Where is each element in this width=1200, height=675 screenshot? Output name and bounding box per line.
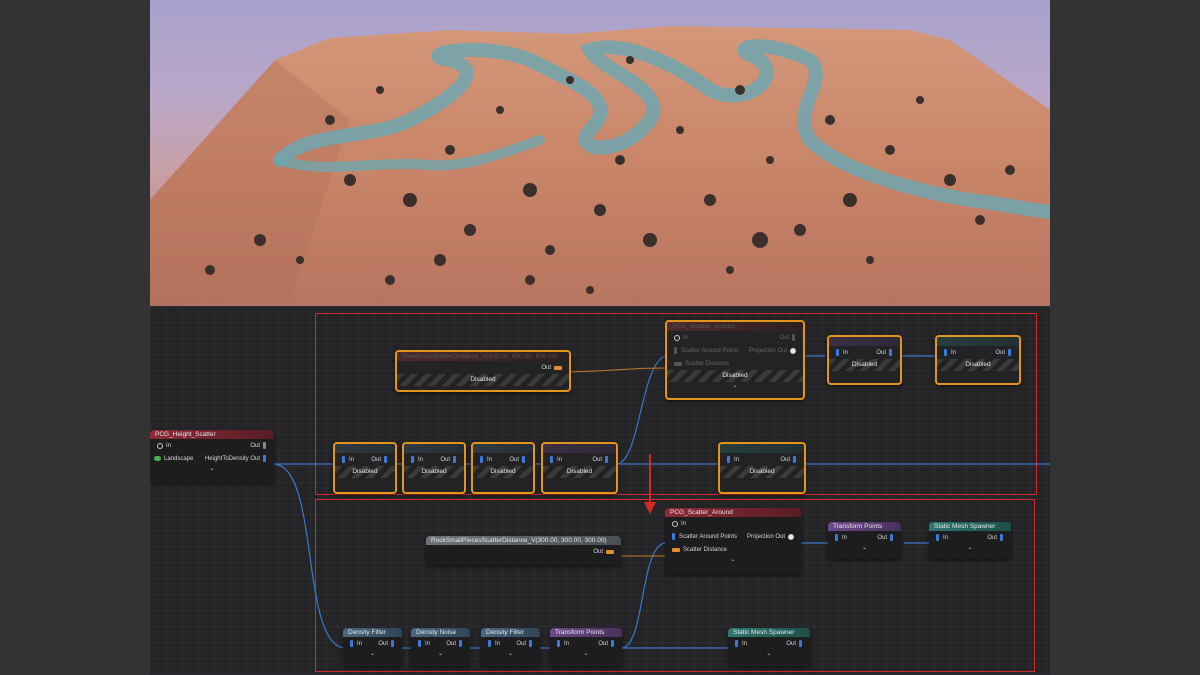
transform-points-node-disabled[interactable]: Transform Points In Out Disabled	[827, 335, 902, 385]
exec-pin[interactable]	[672, 520, 678, 527]
editor-stage: TreeGrassScatterDistance_V(600.00, 600.0…	[150, 0, 1050, 675]
expand-chevron-icon[interactable]: ⌄	[667, 382, 803, 391]
projection-out-pin[interactable]	[788, 533, 794, 540]
disabled-banner: Disabled	[543, 466, 616, 478]
transform-points-node-2[interactable]: Transform Points In Out ⌄	[550, 628, 622, 666]
scatter-around-node[interactable]: PCG_Scatter_Around In Scatter Around Poi…	[665, 508, 801, 574]
node-title: Transform Points	[828, 522, 901, 531]
expand-chevron-icon[interactable]: ⌄	[150, 465, 274, 474]
density-filter-node-1[interactable]: Density Filter In Out ⌄	[343, 628, 402, 666]
static-mesh-spawner-node[interactable]: Static Mesh Spawner In Out ⌄	[929, 522, 1011, 559]
node-title: Static Mesh Spawner	[728, 628, 810, 637]
disabled-banner: Disabled	[937, 359, 1019, 371]
height-scatter-node[interactable]: PCG_Height_Scatter In Out Landscape Height…	[150, 430, 274, 482]
rock-small-distance-node[interactable]: RockSmallPiecesScatterDistance_V(300.00,…	[426, 536, 621, 565]
expand-chevron-icon[interactable]: ⌄	[665, 556, 801, 565]
expand-chevron-icon[interactable]: ⌄	[550, 650, 622, 659]
node-title: PCG_Scatter_Around	[665, 508, 801, 517]
density-filter-node-disabled-1[interactable]: Density Filter In Out Disabled	[333, 442, 397, 494]
pcg-node-graph[interactable]: TreeGrassScatterDistance_V(600.00, 600.0…	[150, 306, 1050, 675]
disabled-banner: Disabled	[335, 466, 395, 478]
static-mesh-spawner-node-disabled-2[interactable]: Static Mesh Spawner In Out Disabled	[718, 442, 806, 494]
scatter-around-node-disabled[interactable]: PCG_Scatter_Around In Out Scatter Around …	[665, 320, 805, 400]
landscape-icon	[154, 456, 161, 461]
disabled-banner: Disabled	[397, 374, 569, 386]
node-title: PCG_Height_Scatter	[150, 430, 274, 439]
density-noise-node[interactable]: Density Noise In Out ⌄	[411, 628, 470, 666]
expand-chevron-icon[interactable]: ⌄	[343, 650, 402, 659]
static-mesh-spawner-node-disabled[interactable]: Static Mesh Spawner In Out Disabled	[935, 335, 1021, 385]
node-title: Static Mesh Spawner	[937, 337, 1019, 346]
exec-pin[interactable]	[157, 442, 163, 449]
expand-chevron-icon[interactable]: ⌄	[481, 650, 540, 659]
density-filter-node-disabled-2[interactable]: Density Filter In Out Disabled	[471, 442, 535, 494]
disabled-banner: Disabled	[667, 370, 803, 382]
node-title: Static Mesh Spawner	[720, 444, 804, 453]
expand-chevron-icon[interactable]: ⌄	[828, 544, 901, 553]
expand-chevron-icon[interactable]: ⌄	[728, 650, 810, 659]
density-filter-node-2[interactable]: Density Filter In Out ⌄	[481, 628, 540, 666]
density-noise-node-disabled[interactable]: Density Noise In Out Disabled	[402, 442, 466, 494]
node-title: TreeGrassScatterDistance_V(600.00, 600.0…	[397, 352, 569, 361]
transform-points-node[interactable]: Transform Points In Out ⌄	[828, 522, 901, 559]
node-title: Density Noise	[404, 444, 464, 453]
node-title: RockSmallPiecesScatterDistance_V(300.00,…	[426, 536, 621, 545]
node-title: Density Noise	[411, 628, 470, 637]
disabled-banner: Disabled	[473, 466, 533, 478]
out-pin[interactable]	[554, 365, 562, 370]
landscape-render	[150, 26, 1050, 306]
static-mesh-spawner-node-2[interactable]: Static Mesh Spawner In Out ⌄	[728, 628, 810, 666]
node-title: Density Filter	[343, 628, 402, 637]
node-title: Transform Points	[829, 337, 900, 346]
tree-grass-distance-node[interactable]: TreeGrassScatterDistance_V(600.00, 600.0…	[395, 350, 571, 392]
node-title: Static Mesh Spawner	[929, 522, 1011, 531]
node-title: PCG_Scatter_Around	[667, 322, 803, 331]
landscape-viewport[interactable]	[150, 0, 1050, 306]
disabled-banner: Disabled	[829, 359, 900, 371]
projection-out-pin[interactable]	[790, 347, 796, 354]
expand-chevron-icon[interactable]: ⌄	[411, 650, 470, 659]
annotation-arrow	[644, 454, 656, 514]
out-pin[interactable]	[606, 549, 614, 554]
node-title: Density Filter	[473, 444, 533, 453]
disabled-banner: Disabled	[404, 466, 464, 478]
expand-chevron-icon[interactable]: ⌄	[929, 544, 1011, 553]
node-title: Transform Points	[543, 444, 616, 453]
exec-pin[interactable]	[674, 334, 680, 341]
node-title: Density Filter	[481, 628, 540, 637]
transform-points-node-disabled-2[interactable]: Transform Points In Out Disabled	[541, 442, 618, 494]
node-title: Transform Points	[550, 628, 622, 637]
node-title: Density Filter	[335, 444, 395, 453]
disabled-banner: Disabled	[720, 466, 804, 478]
